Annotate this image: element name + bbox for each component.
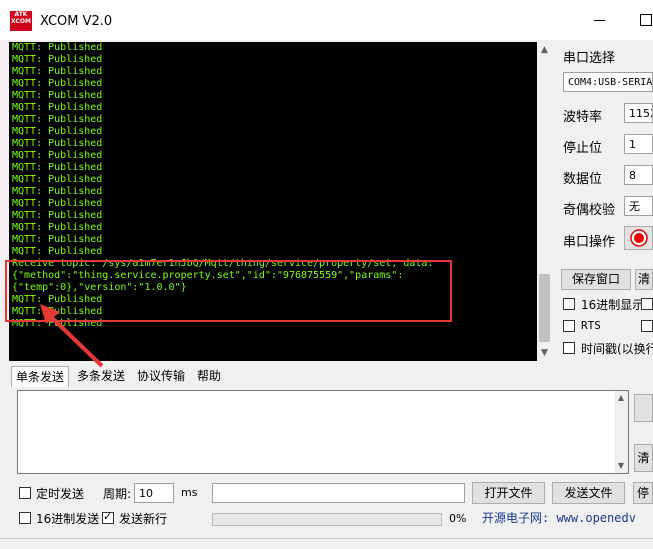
terminal-line: MQTT: Published: [12, 174, 103, 185]
send-file-button[interactable]: 发送文件: [552, 482, 625, 504]
scroll-down-arrow-icon[interactable]: ▼: [614, 459, 628, 473]
save-window-button[interactable]: 保存窗口: [561, 269, 631, 290]
timestamp-label: 时间戳(以换行: [581, 342, 653, 356]
terminal-line: MQTT: Published: [12, 54, 103, 65]
terminal-line: MQTT: Published: [12, 222, 103, 233]
period-input[interactable]: 10: [134, 483, 174, 503]
checkbox-partial[interactable]: [641, 298, 653, 310]
terminal-line: MQTT: Published: [12, 198, 103, 209]
terminal-line: MQTT: Published: [12, 126, 103, 137]
terminal-line: MQTT: Published: [12, 66, 103, 77]
window-title: XCOM V2.0: [40, 14, 113, 29]
send-newline-checkbox[interactable]: [102, 510, 114, 524]
send-scrollbar[interactable]: ▲ ▼: [614, 391, 628, 473]
stop-bits-combo[interactable]: 1: [624, 134, 653, 154]
scroll-up-arrow-icon[interactable]: ▲: [537, 42, 552, 58]
send-newline-label: 发送新行: [119, 512, 168, 526]
hex-display-label: 16进制显示: [581, 298, 645, 312]
stop-send-button[interactable]: 停: [633, 482, 653, 504]
clear-receive-button[interactable]: 清: [635, 269, 653, 290]
minimize-button[interactable]: [592, 12, 608, 28]
data-bits-combo[interactable]: 8: [624, 165, 653, 185]
status-bar: [0, 538, 653, 549]
terminal-line: MQTT: Published: [12, 114, 103, 125]
send-button[interactable]: [634, 394, 653, 422]
annotation-arrow-icon: [40, 304, 104, 368]
send-textarea[interactable]: [17, 390, 629, 474]
scroll-thumb[interactable]: [539, 274, 550, 342]
baud-rate-label: 波特率: [563, 110, 603, 125]
title-bar: ATK XCOM XCOM V2.0: [0, 0, 653, 40]
tab-help[interactable]: 帮助: [193, 366, 225, 386]
timed-send-label: 定时发送: [36, 487, 85, 501]
period-label: 周期:: [103, 487, 132, 501]
baud-rate-combo[interactable]: 1152: [624, 103, 653, 123]
tab-multi-send[interactable]: 多条发送: [73, 366, 129, 386]
terminal-line: MQTT: Published: [12, 210, 103, 221]
tab-single-send[interactable]: 单条发送: [11, 366, 70, 387]
data-bits-label: 数据位: [563, 172, 603, 187]
terminal-line: MQTT: Published: [12, 246, 103, 257]
scroll-up-arrow-icon[interactable]: ▲: [614, 391, 628, 405]
rts-label: RTS: [581, 319, 601, 332]
open-file-button[interactable]: 打开文件: [472, 482, 545, 504]
progress-percent: 0%: [449, 512, 467, 525]
port-select-label: 串口选择: [563, 51, 616, 66]
rts-checkbox[interactable]: [563, 320, 575, 332]
period-unit: ms: [181, 486, 198, 499]
send-progress-bar: [212, 513, 442, 526]
clear-send-button[interactable]: 清: [634, 444, 653, 472]
scroll-down-arrow-icon[interactable]: ▼: [537, 345, 552, 361]
tab-protocol[interactable]: 协议传输: [133, 366, 189, 386]
port-toggle-button[interactable]: [624, 226, 653, 250]
app-logo-icon: ATK XCOM: [10, 11, 32, 31]
terminal-line: MQTT: Published: [12, 138, 103, 149]
timestamp-checkbox[interactable]: [563, 342, 575, 354]
terminal-line: MQTT: Published: [12, 78, 103, 89]
hex-display-checkbox[interactable]: [563, 298, 575, 310]
terminal-line: MQTT: Published: [12, 150, 103, 161]
dtr-checkbox[interactable]: [641, 320, 653, 332]
parity-combo[interactable]: 无: [624, 196, 653, 216]
terminal-line: MQTT: Published: [12, 102, 103, 113]
port-select-combo[interactable]: COM4:USB-SERIAL: [563, 72, 653, 92]
terminal-scrollbar[interactable]: ▲ ▼: [537, 42, 552, 361]
terminal-line: MQTT: Published: [12, 42, 103, 53]
stop-bits-label: 停止位: [563, 141, 603, 156]
hex-send-checkbox[interactable]: [19, 512, 31, 524]
hex-send-label: 16进制发送: [36, 512, 100, 526]
parity-label: 奇偶校验: [563, 203, 616, 218]
website-link[interactable]: 开源电子网: www.openedv: [482, 509, 636, 526]
terminal-line: MQTT: Published: [12, 234, 103, 245]
port-operation-label: 串口操作: [563, 235, 616, 250]
terminal-line: MQTT: Published: [12, 90, 103, 101]
file-path-input[interactable]: [212, 483, 465, 503]
terminal-line: MQTT: Published: [12, 162, 103, 173]
maximize-button[interactable]: [636, 12, 652, 28]
send-tabs: 单条发送 多条发送 协议传输 帮助: [9, 366, 653, 387]
terminal-line: MQTT: Published: [12, 186, 103, 197]
port-status-led-icon: [630, 229, 648, 247]
timed-send-checkbox[interactable]: [19, 487, 31, 499]
